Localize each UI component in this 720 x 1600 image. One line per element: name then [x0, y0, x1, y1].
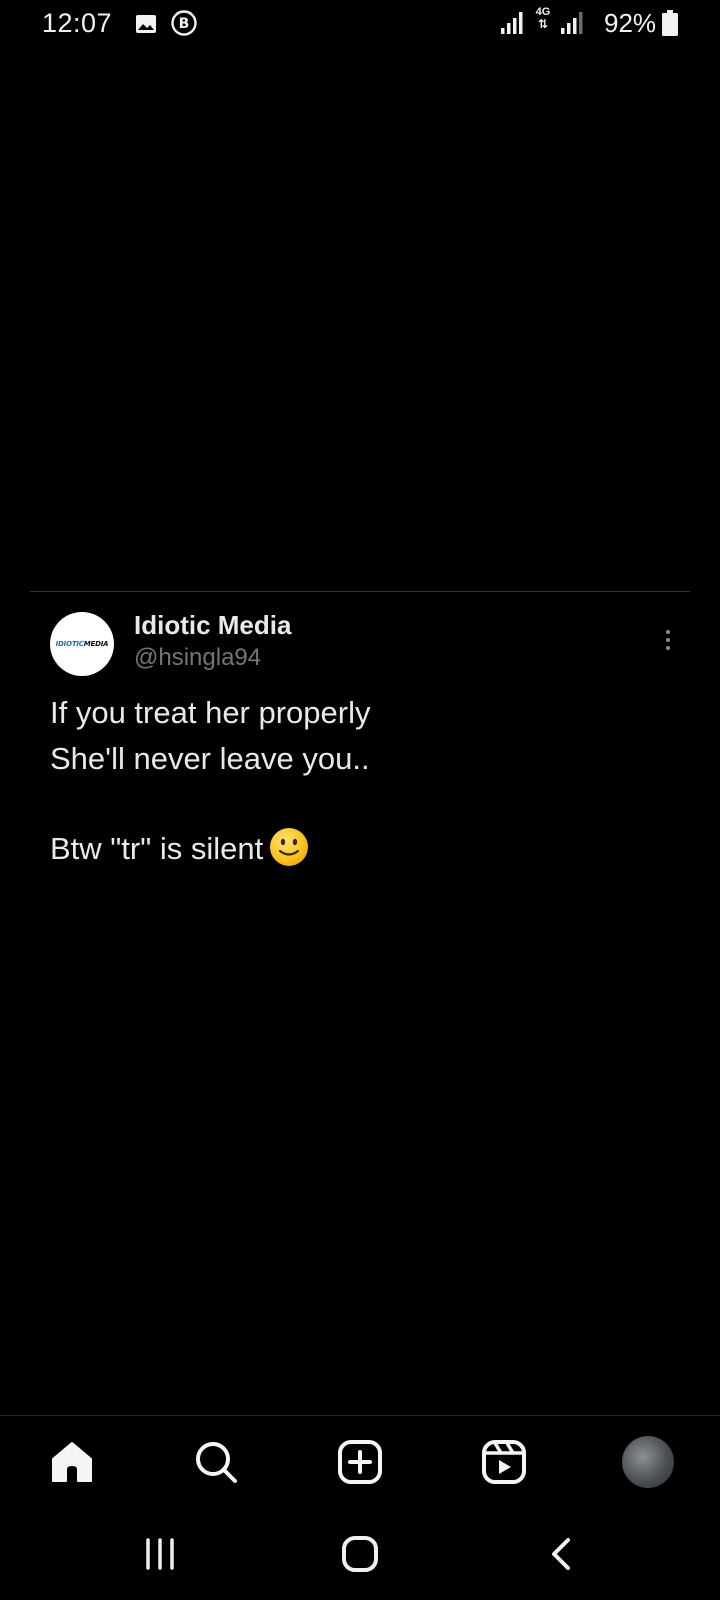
avatar-logo-text-1: IDIOTIC	[55, 640, 84, 648]
nav-search-button[interactable]	[190, 1436, 242, 1488]
gallery-icon	[136, 15, 156, 33]
plus-square-icon	[338, 1440, 382, 1484]
screen: 12:07 B 4G ⇅ 92% IDIOTICMEDIA Idiotic Me…	[0, 0, 720, 1600]
battery-icon	[662, 10, 678, 36]
avatar-logo-text-2: MEDIA	[83, 640, 109, 648]
slightly-smiling-face-icon	[270, 827, 309, 866]
reels-icon	[482, 1440, 526, 1484]
tweet-text: If you treat her properly She'll never l…	[50, 690, 670, 872]
bottom-nav	[0, 1416, 720, 1506]
home-button-icon	[342, 1536, 378, 1572]
profile-avatar	[622, 1436, 674, 1488]
nav-create-button[interactable]	[334, 1436, 386, 1488]
nav-home-button[interactable]	[46, 1436, 98, 1488]
tweet-line: She'll never leave you..	[50, 741, 370, 776]
home-icon	[52, 1442, 92, 1482]
tweet-line-with-emoji: Btw "tr" is silent	[50, 826, 670, 872]
recents-icon	[146, 1538, 174, 1570]
status-bar: 12:07 B 4G ⇅ 92%	[0, 0, 720, 48]
tweet-line: If you treat her properly	[50, 695, 371, 730]
system-nav-bar	[0, 1510, 720, 1600]
system-home-button[interactable]	[338, 1532, 382, 1576]
status-time: 12:07	[42, 8, 113, 38]
back-button[interactable]	[540, 1532, 584, 1576]
recents-button[interactable]	[138, 1532, 182, 1576]
more-options-icon[interactable]	[656, 626, 680, 654]
network-4g-icon: 4G ⇅	[535, 6, 551, 31]
back-icon	[552, 1538, 570, 1570]
nav-profile-button[interactable]	[622, 1436, 674, 1488]
signal-icon	[561, 12, 583, 34]
battery-percent: 92%	[604, 8, 657, 38]
tweet-top-divider	[30, 591, 690, 592]
tweet-avatar[interactable]: IDIOTICMEDIA	[50, 612, 114, 676]
svg-text:B: B	[179, 16, 190, 32]
search-icon	[196, 1442, 237, 1483]
user-handle[interactable]: @hsingla94	[134, 644, 261, 672]
avatar-logo: IDIOTICMEDIA	[56, 640, 109, 648]
tweet-line: Btw "tr" is silent	[50, 831, 264, 866]
display-name[interactable]: Idiotic Media	[134, 610, 291, 641]
signal-icon	[501, 12, 523, 34]
b-circle-icon: B	[171, 10, 197, 36]
nav-reels-button[interactable]	[478, 1436, 530, 1488]
